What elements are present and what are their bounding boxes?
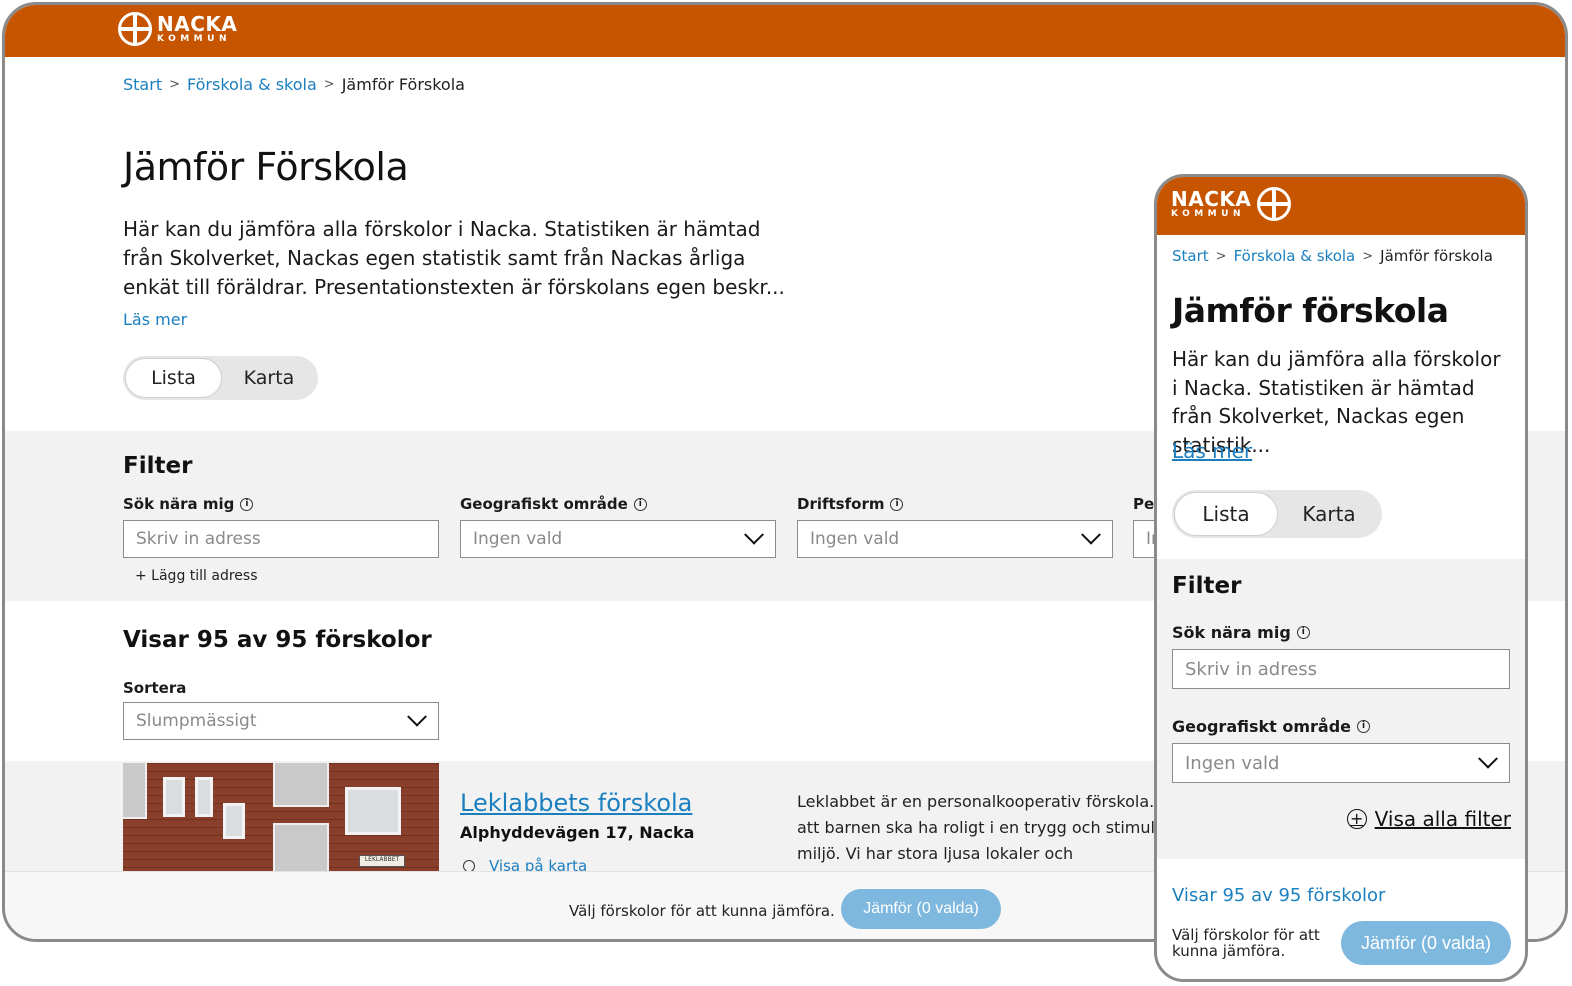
show-all-filters-text: Visa alla filter: [1374, 807, 1511, 831]
mobile-address-placeholder: Skriv in adress: [1185, 658, 1318, 680]
site-header: NACKA KOMMUN: [5, 5, 1565, 57]
mobile-compare-hint: Välj förskolor för att kunna jämföra.: [1172, 926, 1320, 960]
mobile-area-select-value: Ingen vald: [1185, 752, 1280, 774]
mobile-near-me-label: Sök nära mig i: [1172, 623, 1310, 642]
mobile-area-select[interactable]: Ingen vald: [1172, 743, 1510, 783]
page-title: Jämför Förskola: [123, 145, 409, 189]
chevron-down-icon: [1081, 524, 1101, 545]
preschool-address: Alphyddevägen 17, Nacka: [460, 823, 695, 842]
plus-circle-icon: +: [1346, 809, 1367, 829]
mobile-read-more-link[interactable]: Läs mer: [1172, 439, 1252, 463]
mobile-logo-sub: KOMMUN: [1171, 209, 1245, 219]
info-icon[interactable]: i: [633, 497, 647, 511]
mobile-page-title: Jämför förskola: [1172, 291, 1449, 330]
mobile-breadcrumb-forskola-skola[interactable]: Förskola & skola: [1234, 247, 1356, 265]
breadcrumb: Start > Förskola & skola > Jämför Försko…: [123, 75, 465, 94]
info-icon[interactable]: i: [1357, 720, 1371, 733]
mobile-compare-button[interactable]: Jämför (0 valda): [1341, 921, 1511, 965]
sort-select-value: Slumpmässigt: [136, 711, 257, 731]
area-select[interactable]: Ingen vald: [460, 520, 776, 558]
filter-title: Filter: [123, 453, 193, 479]
chevron-right-icon: >: [323, 77, 335, 92]
area-select-value: Ingen vald: [473, 529, 563, 549]
toggle-map[interactable]: Karta: [222, 358, 316, 398]
nacka-logo[interactable]: NACKA KOMMUN: [118, 12, 237, 46]
chevron-right-icon: >: [169, 77, 180, 92]
info-icon[interactable]: i: [240, 497, 254, 511]
compare-hint: Välj förskolor för att kunna jämföra.: [569, 902, 835, 920]
mobile-breadcrumb-start[interactable]: Start: [1172, 247, 1209, 265]
operation-select[interactable]: Ingen vald: [797, 520, 1113, 558]
mobile-breadcrumb-current: Jämför förskola: [1380, 247, 1493, 265]
mobile-site-header: NACKA KOMMUN: [1157, 177, 1525, 235]
mobile-logo-name: NACKA: [1171, 187, 1252, 211]
chevron-right-icon: >: [1362, 248, 1374, 264]
mobile-near-me-label-text: Sök nära mig: [1172, 623, 1291, 642]
read-more-link[interactable]: Läs mer: [123, 310, 187, 329]
breadcrumb-current: Jämför Förskola: [341, 75, 465, 94]
area-label-text: Geografiskt område: [460, 495, 628, 513]
mobile-results-count[interactable]: Visar 95 av 95 förskolor: [1172, 885, 1385, 906]
chevron-right-icon: >: [1215, 248, 1227, 264]
info-icon[interactable]: i: [1296, 626, 1310, 639]
chevron-down-icon: [744, 524, 764, 545]
mobile-view-toggle: Lista Karta: [1172, 490, 1382, 538]
mobile-toggle-map[interactable]: Karta: [1278, 492, 1380, 536]
operation-label-text: Driftsform: [797, 495, 885, 513]
mobile-filter-title: Filter: [1172, 573, 1242, 599]
sort-label: Sortera: [123, 679, 187, 697]
logo-sub: KOMMUN: [157, 34, 231, 44]
area-label: Geografiskt område i: [460, 495, 647, 513]
mobile-compare-bar: Välj förskolor för att kunna jämföra. Jä…: [1157, 915, 1525, 979]
nacka-emblem-icon: [118, 12, 152, 46]
view-toggle: Lista Karta: [123, 356, 318, 400]
intro-text: Här kan du jämföra alla förskolor i Nack…: [123, 217, 785, 299]
sort-select[interactable]: Slumpmässigt: [123, 702, 439, 740]
preschool-name-link[interactable]: Leklabbets förskola: [460, 789, 692, 817]
preschool-photo: LEKLABBET: [123, 763, 439, 883]
mobile-view: NACKA KOMMUN Start > Förskola & skola > …: [1154, 174, 1528, 982]
breadcrumb-start[interactable]: Start: [123, 75, 162, 94]
mobile-filter-panel: Filter Sök nära mig i Skriv in adress Ge…: [1157, 559, 1525, 859]
mobile-nacka-logo[interactable]: NACKA KOMMUN: [1171, 187, 1292, 221]
breadcrumb-forskola-skola[interactable]: Förskola & skola: [187, 75, 317, 94]
mobile-area-label-text: Geografiskt område: [1172, 717, 1352, 736]
add-address-link[interactable]: + Lägg till adress: [135, 568, 258, 584]
toggle-list[interactable]: Lista: [125, 358, 222, 398]
address-placeholder: Skriv in adress: [136, 529, 261, 549]
operation-select-value: Ingen vald: [810, 529, 900, 549]
operation-label: Driftsform i: [797, 495, 904, 513]
address-input[interactable]: Skriv in adress: [123, 520, 439, 558]
nacka-emblem-icon: [1257, 187, 1292, 221]
logo-name: NACKA: [157, 12, 238, 36]
near-me-label: Sök nära mig i: [123, 495, 254, 513]
mobile-address-input[interactable]: Skriv in adress: [1172, 649, 1510, 689]
chevron-down-icon: [1478, 748, 1498, 769]
chevron-down-icon: [407, 706, 427, 727]
mobile-area-label: Geografiskt område i: [1172, 717, 1371, 736]
preschool-sign: LEKLABBET: [359, 855, 405, 867]
near-me-label-text: Sök nära mig: [123, 495, 235, 513]
show-all-filters-link[interactable]: + Visa alla filter: [1346, 807, 1511, 831]
mobile-toggle-list[interactable]: Lista: [1174, 492, 1278, 536]
info-icon[interactable]: i: [890, 497, 904, 511]
results-count-title: Visar 95 av 95 förskolor: [123, 627, 432, 653]
mobile-breadcrumb: Start > Förskola & skola > Jämför försko…: [1172, 247, 1493, 265]
compare-button[interactable]: Jämför (0 valda): [841, 889, 1001, 929]
